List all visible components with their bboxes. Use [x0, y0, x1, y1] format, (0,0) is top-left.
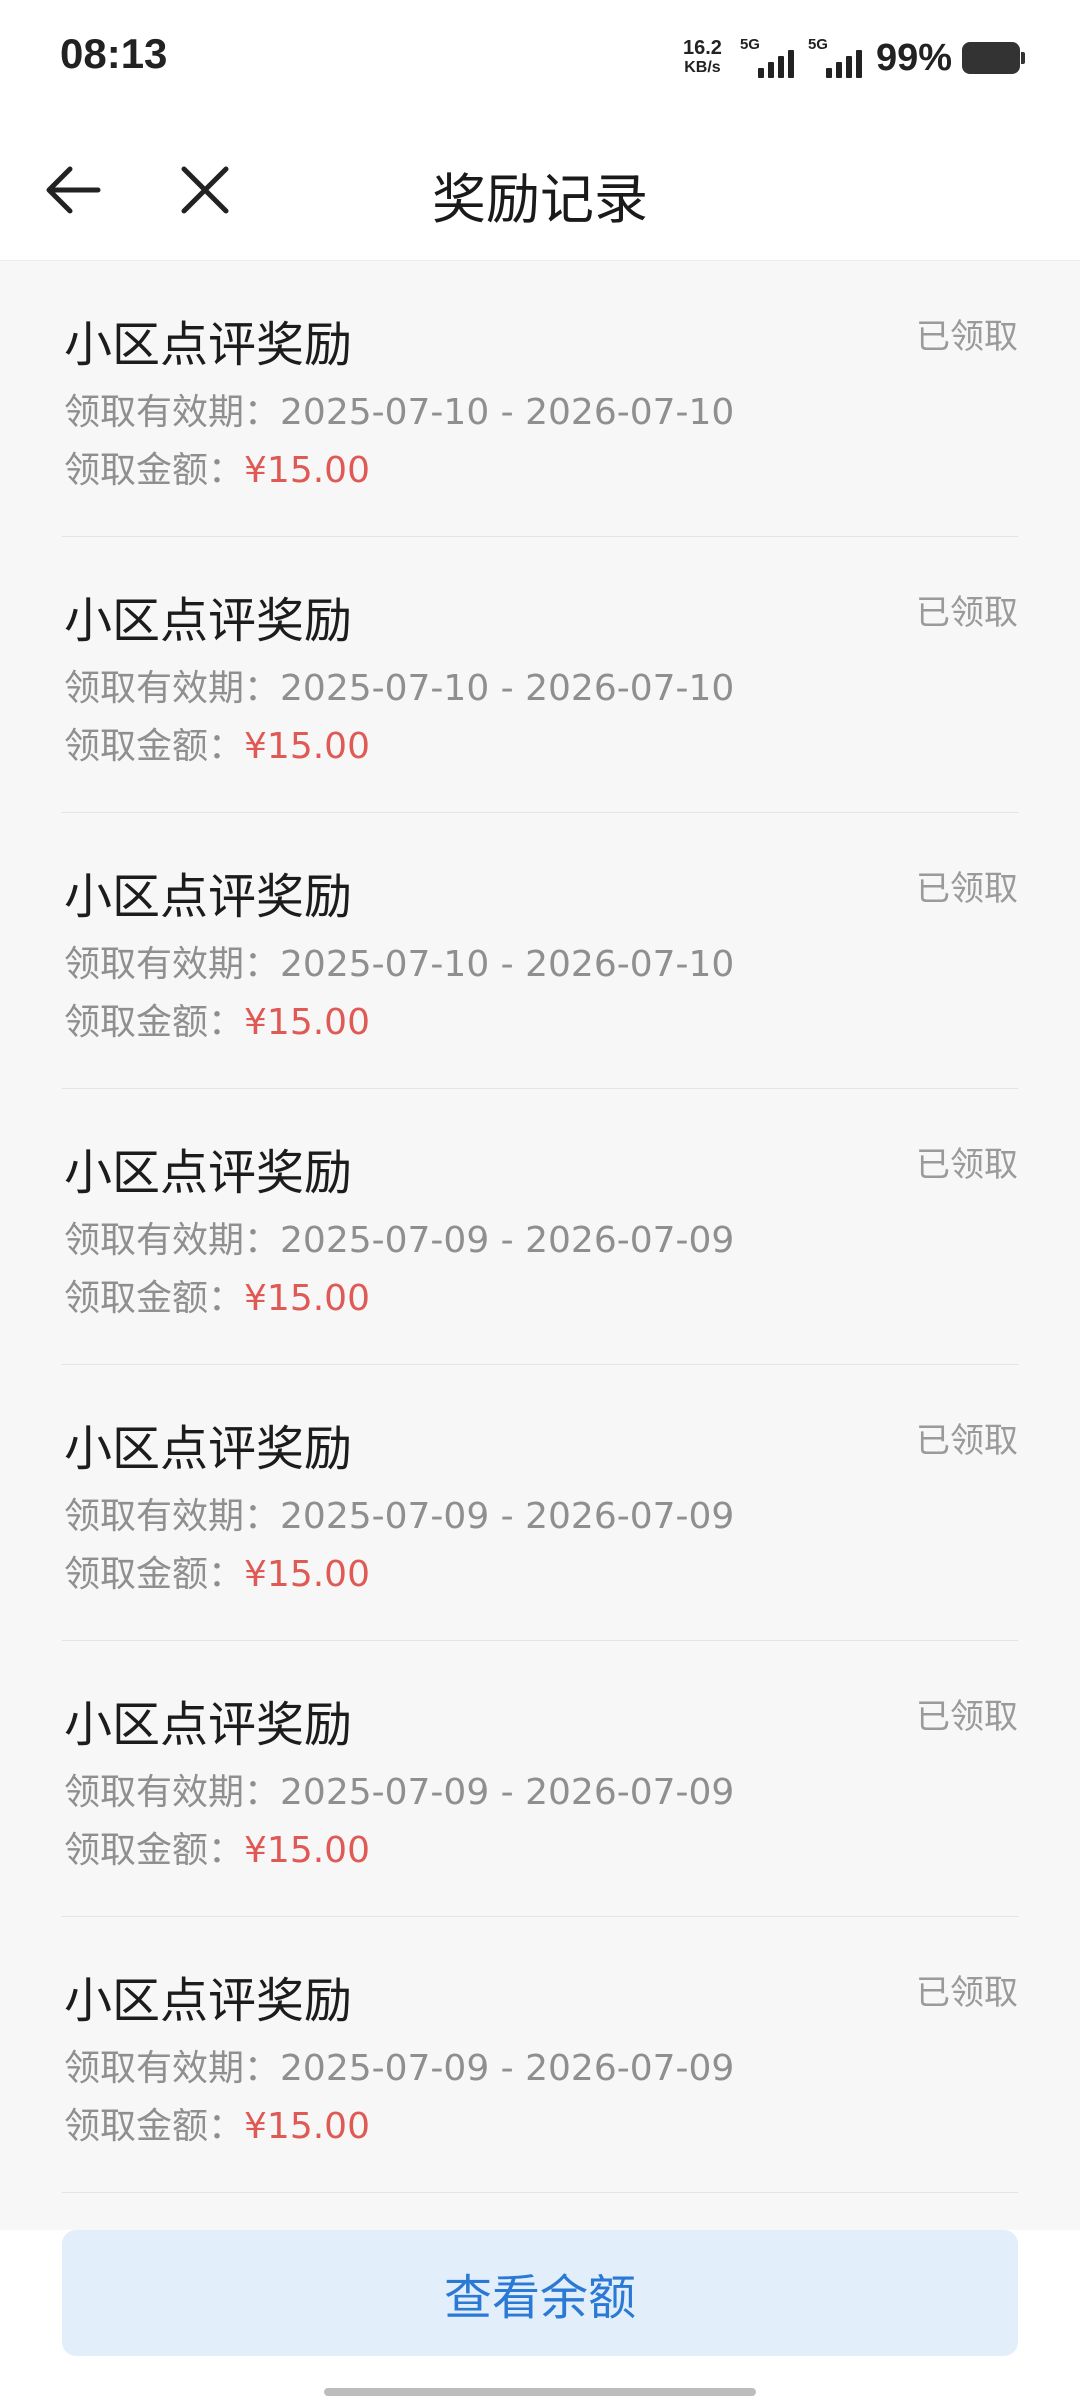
list-item: 小区点评奖励 已领取 领取有效期：2025-07-09 - 2026-07-09…: [62, 1641, 1018, 1917]
record-period: 领取有效期：2025-07-09 - 2026-07-09: [64, 1772, 735, 1813]
record-status: 已领取: [916, 593, 1018, 633]
navigation-bar: 奖励记录: [0, 115, 1080, 261]
list-item: 小区点评奖励 已领取 领取有效期：2025-07-09 - 2026-07-09…: [62, 1365, 1018, 1641]
sim2-label: 5G: [807, 36, 828, 53]
record-amount: 领取金额：¥15.00: [64, 2106, 370, 2147]
record-status: 已领取: [916, 1421, 1018, 1461]
record-amount: 领取金额：¥15.00: [64, 1278, 370, 1319]
record-period: 领取有效期：2025-07-10 - 2026-07-10: [64, 944, 735, 985]
record-period: 领取有效期：2025-07-09 - 2026-07-09: [64, 1496, 735, 1537]
list-item: 小区点评奖励 已领取 领取有效期：2025-07-10 - 2026-07-10…: [62, 813, 1018, 1089]
record-status: 已领取: [916, 869, 1018, 909]
record-amount: 领取金额：¥15.00: [64, 1554, 370, 1595]
record-status: 已领取: [916, 317, 1018, 357]
status-indicators: 16.2 KB/s 5G 5G 99%: [683, 30, 1025, 86]
page-title: 奖励记录: [432, 168, 648, 231]
signal-sim2-icon: 5G: [807, 36, 862, 78]
record-title: 小区点评奖励: [64, 1973, 353, 2029]
record-title: 小区点评奖励: [64, 1145, 353, 1201]
sim1-label: 5G: [739, 36, 760, 53]
record-amount: 领取金额：¥15.00: [64, 726, 370, 767]
record-title: 小区点评奖励: [64, 1697, 353, 1753]
record-period: 领取有效期：2025-07-10 - 2026-07-10: [64, 392, 735, 433]
record-title: 小区点评奖励: [64, 593, 353, 649]
record-period: 领取有效期：2025-07-10 - 2026-07-10: [64, 668, 735, 709]
network-speed: 16.2 KB/s: [683, 38, 722, 78]
status-bar: 08:13 16.2 KB/s 5G 5G 99%: [0, 0, 1080, 115]
home-indicator[interactable]: [324, 2388, 756, 2396]
signal-sim1-icon: 5G: [739, 36, 794, 78]
record-title: 小区点评奖励: [64, 869, 353, 925]
battery-icon: [962, 42, 1025, 74]
record-amount: 领取金额：¥15.00: [64, 1002, 370, 1043]
record-amount: 领取金额：¥15.00: [64, 1830, 370, 1871]
record-status: 已领取: [916, 1145, 1018, 1185]
record-period: 领取有效期：2025-07-09 - 2026-07-09: [64, 1220, 735, 1261]
bottom-action-area: 查看余额: [0, 2230, 1080, 2400]
battery-percent: 99%: [875, 36, 952, 79]
list-item: 小区点评奖励 已领取 领取有效期：2025-07-09 - 2026-07-09…: [62, 1089, 1018, 1365]
list-item: 小区点评奖励 已领取 领取有效期：2025-07-10 - 2026-07-10…: [62, 537, 1018, 813]
list-item: 小区点评奖励 已领取 领取有效期：2025-07-09 - 2026-07-09…: [62, 1917, 1018, 2193]
record-status: 已领取: [916, 1973, 1018, 2013]
network-speed-value: 16.2: [683, 37, 722, 59]
view-balance-button[interactable]: 查看余额: [62, 2230, 1018, 2356]
list-item: 小区点评奖励 已领取 领取有效期：2025-07-10 - 2026-07-10…: [62, 261, 1018, 537]
status-time: 08:13: [60, 30, 168, 77]
record-title: 小区点评奖励: [64, 1421, 353, 1477]
record-title: 小区点评奖励: [64, 317, 353, 373]
record-period: 领取有效期：2025-07-09 - 2026-07-09: [64, 2048, 735, 2089]
network-speed-unit: KB/s: [684, 59, 721, 76]
reward-record-list[interactable]: 小区点评奖励 已领取 领取有效期：2025-07-10 - 2026-07-10…: [0, 261, 1080, 2230]
record-amount: 领取金额：¥15.00: [64, 450, 370, 491]
record-status: 已领取: [916, 1697, 1018, 1737]
